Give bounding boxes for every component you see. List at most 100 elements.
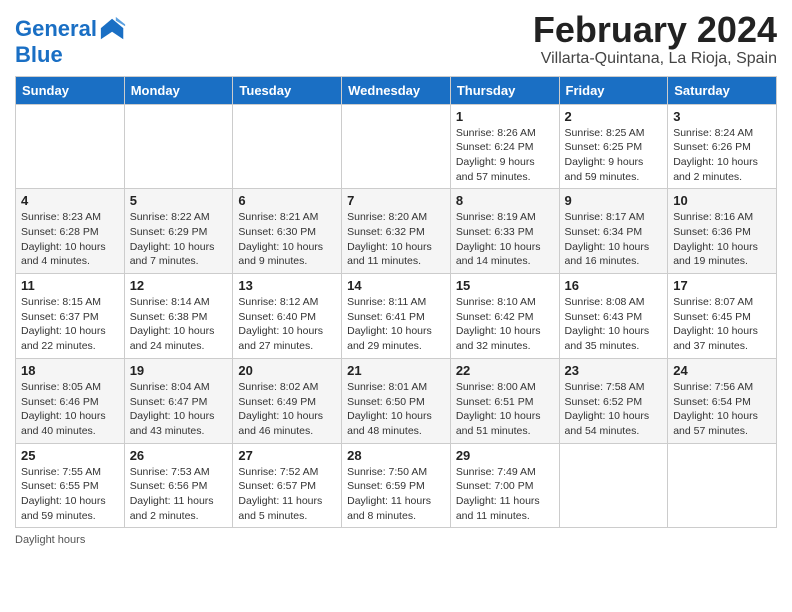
day-cell: 13 Sunrise: 8:12 AMSunset: 6:40 PMDayligh…	[233, 274, 342, 359]
day-info: Sunrise: 8:01 AMSunset: 6:50 PMDaylight:…	[347, 380, 445, 439]
day-number: 15	[456, 278, 554, 293]
day-cell: 17 Sunrise: 8:07 AMSunset: 6:45 PMDayligh…	[668, 274, 777, 359]
day-info: Sunrise: 8:25 AMSunset: 6:25 PMDaylight:…	[565, 126, 663, 185]
day-info: Sunrise: 7:49 AMSunset: 7:00 PMDaylight:…	[456, 465, 554, 524]
day-info: Sunrise: 8:19 AMSunset: 6:33 PMDaylight:…	[456, 210, 554, 269]
day-header-sunday: Sunday	[16, 76, 125, 104]
logo-blue-text: Blue	[15, 43, 127, 67]
logo-icon	[99, 15, 127, 43]
day-number: 27	[238, 448, 336, 463]
day-info: Sunrise: 7:55 AMSunset: 6:55 PMDaylight:…	[21, 465, 119, 524]
day-cell: 7 Sunrise: 8:20 AMSunset: 6:32 PMDaylight…	[342, 189, 451, 274]
day-headers-row: SundayMondayTuesdayWednesdayThursdayFrid…	[16, 76, 777, 104]
day-number: 28	[347, 448, 445, 463]
day-header-tuesday: Tuesday	[233, 76, 342, 104]
day-info: Sunrise: 8:16 AMSunset: 6:36 PMDaylight:…	[673, 210, 771, 269]
day-cell: 8Sunrise: 8:19 AMSunset: 6:33 PMDaylight…	[450, 189, 559, 274]
day-cell	[559, 443, 668, 528]
day-cell	[124, 104, 233, 189]
day-info: Sunrise: 8:17 AMSunset: 6:34 PMDaylight:…	[565, 210, 663, 269]
day-info: Sunrise: 7:58 AMSunset: 6:52 PMDaylight:…	[565, 380, 663, 439]
calendar-table: SundayMondayTuesdayWednesdayThursdayFrid…	[15, 76, 777, 529]
day-number: 26	[130, 448, 228, 463]
day-header-wednesday: Wednesday	[342, 76, 451, 104]
day-info: Sunrise: 8:22 AMSunset: 6:29 PMDaylight:…	[130, 210, 228, 269]
day-number: 3	[673, 109, 771, 124]
day-number: 17	[673, 278, 771, 293]
day-info: Sunrise: 8:02 AMSunset: 6:49 PMDaylight:…	[238, 380, 336, 439]
day-cell: 10 Sunrise: 8:16 AMSunset: 6:36 PMDayligh…	[668, 189, 777, 274]
day-cell: 6 Sunrise: 8:21 AMSunset: 6:30 PMDaylight…	[233, 189, 342, 274]
day-cell	[233, 104, 342, 189]
location-title: Villarta-Quintana, La Rioja, Spain	[533, 50, 777, 68]
day-info: Sunrise: 8:11 AMSunset: 6:41 PMDaylight:…	[347, 295, 445, 354]
day-cell: 26 Sunrise: 7:53 AMSunset: 6:56 PMDayligh…	[124, 443, 233, 528]
day-info: Sunrise: 8:20 AMSunset: 6:32 PMDaylight:…	[347, 210, 445, 269]
day-cell: 15 Sunrise: 8:10 AMSunset: 6:42 PMDayligh…	[450, 274, 559, 359]
day-cell: 18Sunrise: 8:05 AMSunset: 6:46 PMDayligh…	[16, 358, 125, 443]
day-number: 1	[456, 109, 554, 124]
day-number: 10	[673, 193, 771, 208]
day-cell: 3 Sunrise: 8:24 AMSunset: 6:26 PMDaylight…	[668, 104, 777, 189]
day-cell: 29 Sunrise: 7:49 AMSunset: 7:00 PMDayligh…	[450, 443, 559, 528]
day-number: 21	[347, 363, 445, 378]
week-row-3: 18Sunrise: 8:05 AMSunset: 6:46 PMDayligh…	[16, 358, 777, 443]
day-info: Sunrise: 8:26 AMSunset: 6:24 PMDaylight:…	[456, 126, 554, 185]
day-cell	[16, 104, 125, 189]
day-cell: 9Sunrise: 8:17 AMSunset: 6:34 PMDaylight…	[559, 189, 668, 274]
day-cell: 27 Sunrise: 7:52 AMSunset: 6:57 PMDayligh…	[233, 443, 342, 528]
day-info: Sunrise: 7:53 AMSunset: 6:56 PMDaylight:…	[130, 465, 228, 524]
day-cell: 22 Sunrise: 8:00 AMSunset: 6:51 PMDayligh…	[450, 358, 559, 443]
logo: General Blue	[15, 15, 127, 67]
day-number: 11	[21, 278, 119, 293]
day-info: Sunrise: 8:24 AMSunset: 6:26 PMDaylight:…	[673, 126, 771, 185]
week-row-2: 11 Sunrise: 8:15 AMSunset: 6:37 PMDayligh…	[16, 274, 777, 359]
day-info: Sunrise: 8:15 AMSunset: 6:37 PMDaylight:…	[21, 295, 119, 354]
week-row-1: 4 Sunrise: 8:23 AMSunset: 6:28 PMDaylight…	[16, 189, 777, 274]
day-cell: 11 Sunrise: 8:15 AMSunset: 6:37 PMDayligh…	[16, 274, 125, 359]
day-number: 2	[565, 109, 663, 124]
footer-note: Daylight hours	[15, 534, 777, 546]
day-cell	[342, 104, 451, 189]
day-cell: 25 Sunrise: 7:55 AMSunset: 6:55 PMDayligh…	[16, 443, 125, 528]
month-title: February 2024	[533, 10, 777, 50]
day-info: Sunrise: 8:10 AMSunset: 6:42 PMDaylight:…	[456, 295, 554, 354]
day-cell: 14 Sunrise: 8:11 AMSunset: 6:41 PMDayligh…	[342, 274, 451, 359]
day-cell: 12Sunrise: 8:14 AMSunset: 6:38 PMDayligh…	[124, 274, 233, 359]
day-info: Sunrise: 8:05 AMSunset: 6:46 PMDaylight:…	[21, 380, 119, 439]
logo-text: General	[15, 17, 97, 41]
day-info: Sunrise: 7:52 AMSunset: 6:57 PMDaylight:…	[238, 465, 336, 524]
day-info: Sunrise: 8:12 AMSunset: 6:40 PMDaylight:…	[238, 295, 336, 354]
day-info: Sunrise: 8:00 AMSunset: 6:51 PMDaylight:…	[456, 380, 554, 439]
day-cell: 4 Sunrise: 8:23 AMSunset: 6:28 PMDaylight…	[16, 189, 125, 274]
day-number: 25	[21, 448, 119, 463]
day-header-monday: Monday	[124, 76, 233, 104]
day-number: 6	[238, 193, 336, 208]
day-cell: 1 Sunrise: 8:26 AMSunset: 6:24 PMDaylight…	[450, 104, 559, 189]
day-info: Sunrise: 8:23 AMSunset: 6:28 PMDaylight:…	[21, 210, 119, 269]
day-number: 14	[347, 278, 445, 293]
day-cell: 20Sunrise: 8:02 AMSunset: 6:49 PMDayligh…	[233, 358, 342, 443]
day-number: 13	[238, 278, 336, 293]
day-number: 22	[456, 363, 554, 378]
day-cell: 21 Sunrise: 8:01 AMSunset: 6:50 PMDayligh…	[342, 358, 451, 443]
day-header-friday: Friday	[559, 76, 668, 104]
day-info: Sunrise: 8:21 AMSunset: 6:30 PMDaylight:…	[238, 210, 336, 269]
day-number: 7	[347, 193, 445, 208]
day-cell: 23Sunrise: 7:58 AMSunset: 6:52 PMDayligh…	[559, 358, 668, 443]
day-number: 5	[130, 193, 228, 208]
day-cell: 24 Sunrise: 7:56 AMSunset: 6:54 PMDayligh…	[668, 358, 777, 443]
day-number: 24	[673, 363, 771, 378]
day-number: 29	[456, 448, 554, 463]
week-row-0: 1 Sunrise: 8:26 AMSunset: 6:24 PMDaylight…	[16, 104, 777, 189]
day-info: Sunrise: 8:04 AMSunset: 6:47 PMDaylight:…	[130, 380, 228, 439]
day-number: 19	[130, 363, 228, 378]
page-header: General Blue February 2024 Villarta-Quin…	[15, 10, 777, 68]
day-cell: 19 Sunrise: 8:04 AMSunset: 6:47 PMDayligh…	[124, 358, 233, 443]
day-info: Sunrise: 7:56 AMSunset: 6:54 PMDaylight:…	[673, 380, 771, 439]
day-number: 4	[21, 193, 119, 208]
day-cell: 16Sunrise: 8:08 AMSunset: 6:43 PMDayligh…	[559, 274, 668, 359]
day-info: Sunrise: 8:14 AMSunset: 6:38 PMDaylight:…	[130, 295, 228, 354]
day-header-saturday: Saturday	[668, 76, 777, 104]
day-info: Sunrise: 8:07 AMSunset: 6:45 PMDaylight:…	[673, 295, 771, 354]
